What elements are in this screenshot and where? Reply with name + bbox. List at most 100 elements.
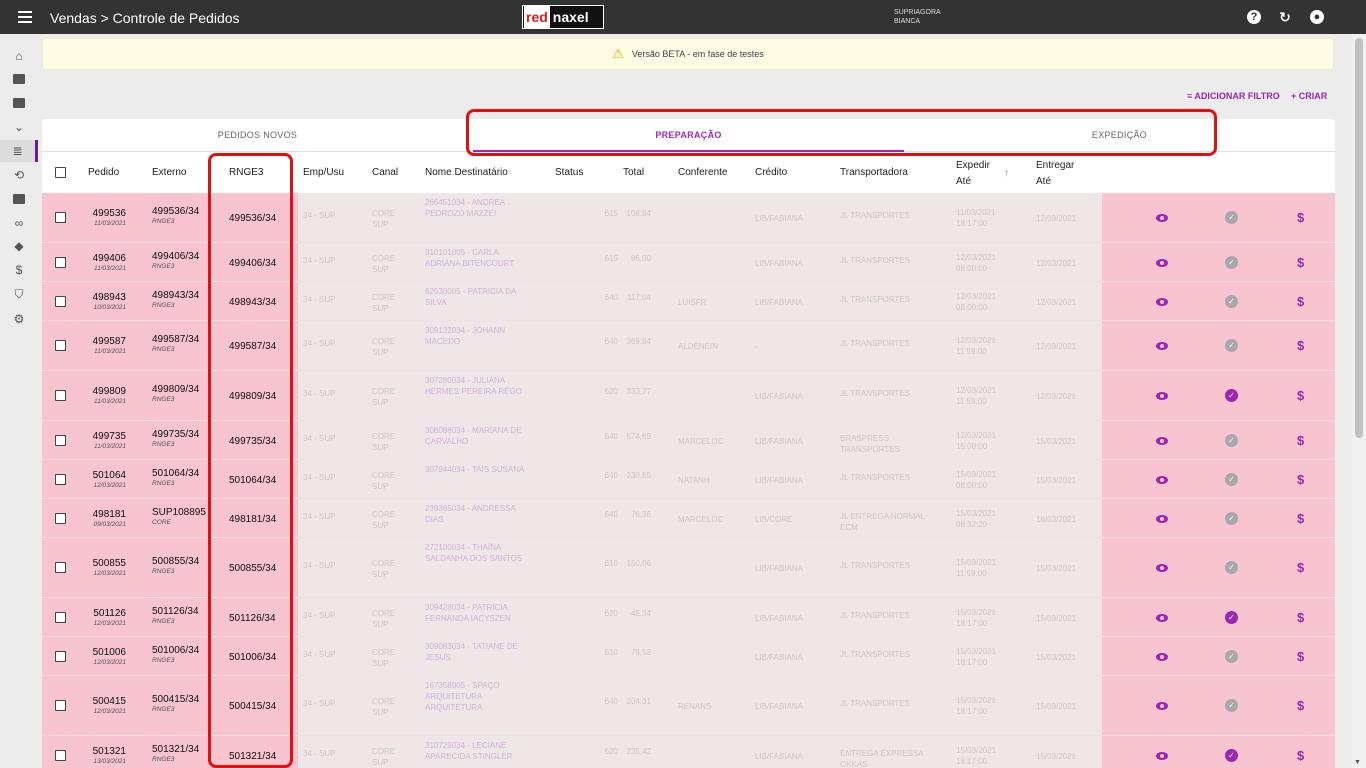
table-row[interactable]: 500855 12/03/2021 500855/34 RNGE3 500855/3…	[42, 538, 1335, 598]
check-pending-icon[interactable]: ✓	[1225, 561, 1238, 574]
view-eye-icon[interactable]	[1156, 214, 1168, 222]
home-icon[interactable]: ⌂	[0, 45, 38, 67]
row-checkbox[interactable]	[55, 612, 66, 623]
tab-pedidos-novos[interactable]: PEDIDOS NOVOS	[42, 119, 473, 152]
recipient-name[interactable]: 266451034 - ANDREA PEDROZO MAZZEI	[425, 197, 535, 219]
clipboard-icon[interactable]	[0, 92, 38, 114]
view-eye-icon[interactable]	[1156, 614, 1168, 622]
recipient-name[interactable]: 309428034 - PATRÍCIA FERNANDA IACYSZEN	[425, 602, 535, 624]
col-credito[interactable]: Crédito	[755, 152, 787, 192]
check-done-icon[interactable]: ✓	[1225, 611, 1238, 624]
dollar-icon[interactable]: $	[1297, 388, 1304, 403]
dollar-icon[interactable]: $	[1297, 560, 1304, 575]
recipient-name[interactable]: 307944034 - TAIS SUSANA	[425, 464, 535, 475]
vertical-scrollbar[interactable]: ▼	[1352, 34, 1366, 768]
row-checkbox[interactable]	[55, 257, 66, 268]
check-done-icon[interactable]: ✓	[1225, 389, 1238, 402]
row-checkbox[interactable]	[55, 513, 66, 524]
dollar-icon[interactable]: $	[1297, 511, 1304, 526]
recipient-name[interactable]: 167358005 - SPAÇO ARQUITETURA ARQUITETUR…	[425, 680, 535, 713]
col-transportadora[interactable]: Transportadora	[840, 152, 908, 192]
dollar-icon[interactable]: $	[1297, 649, 1304, 664]
col-canal[interactable]: Canal	[372, 152, 398, 192]
recipient-name[interactable]: 307280034 - JULIANA HERMES PEREIRA RÊGO	[425, 375, 535, 397]
view-eye-icon[interactable]	[1156, 564, 1168, 572]
create-button[interactable]: + CRIAR	[1291, 91, 1327, 101]
settings-gear-icon[interactable]: ⚙	[0, 308, 38, 330]
dollar-icon[interactable]: $	[1297, 338, 1304, 353]
row-checkbox[interactable]	[55, 562, 66, 573]
check-pending-icon[interactable]: ✓	[1225, 211, 1238, 224]
account-icon[interactable]: ●	[1310, 10, 1324, 24]
folder-icon[interactable]	[0, 68, 38, 90]
check-pending-icon[interactable]: ✓	[1225, 295, 1238, 308]
check-pending-icon[interactable]: ✓	[1225, 256, 1238, 269]
col-status[interactable]: Status	[555, 152, 583, 192]
check-pending-icon[interactable]: ✓	[1225, 473, 1238, 486]
infinity-icon[interactable]: ∞	[0, 212, 38, 234]
view-eye-icon[interactable]	[1156, 476, 1168, 484]
recipient-name[interactable]: 309083034 - TATIANE DE JESUS	[425, 641, 535, 663]
sort-arrow-up-icon[interactable]: ↑	[1004, 166, 1009, 182]
col-externo[interactable]: Externo	[152, 152, 186, 192]
check-pending-icon[interactable]: ✓	[1225, 512, 1238, 525]
col-rnge3[interactable]: RNGE3	[229, 152, 263, 192]
col-expedir-ate[interactable]: Expedir Até ↑	[956, 152, 1009, 192]
table-row[interactable]: 499406 11/03/2021 499406/34 RNGE3 499406/3…	[42, 243, 1335, 282]
dollar-icon[interactable]: $	[1297, 748, 1304, 763]
row-checkbox[interactable]	[55, 750, 66, 761]
dollar-icon[interactable]: $	[1297, 698, 1304, 713]
view-eye-icon[interactable]	[1156, 392, 1168, 400]
table-row[interactable]: 499809 11/03/2021 499809/34 RNGE3 499809/3…	[42, 371, 1335, 421]
row-checkbox[interactable]	[55, 651, 66, 662]
view-eye-icon[interactable]	[1156, 702, 1168, 710]
money-icon[interactable]: $	[0, 259, 38, 281]
dollar-icon[interactable]: $	[1297, 294, 1304, 309]
table-row[interactable]: 499536 11/03/2021 499536/34 RNGE3 499536/3…	[42, 193, 1335, 243]
col-entregar-ate[interactable]: Entregar Até	[1036, 152, 1074, 192]
recipient-name[interactable]: 309132034 - JOHANN MACEDO	[425, 325, 535, 347]
table-row[interactable]: 499735 11/03/2021 499735/34 RNGE3 499735/3…	[42, 421, 1335, 460]
table-row[interactable]: 499587 11/03/2021 499587/34 RNGE3 499587/3…	[42, 321, 1335, 371]
list-icon[interactable]: ≣	[0, 140, 38, 162]
row-checkbox[interactable]	[55, 474, 66, 485]
hamburger-menu-icon[interactable]	[18, 11, 32, 23]
row-checkbox[interactable]	[55, 390, 66, 401]
check-done-icon[interactable]: ✓	[1225, 749, 1238, 762]
row-checkbox[interactable]	[55, 700, 66, 711]
tab-preparacao[interactable]: PREPARAÇÃO	[473, 119, 904, 152]
view-eye-icon[interactable]	[1156, 752, 1168, 760]
view-eye-icon[interactable]	[1156, 437, 1168, 445]
recipient-name[interactable]: 62530005 - PATRICIA DA SILVA	[425, 286, 535, 308]
check-pending-icon[interactable]: ✓	[1225, 339, 1238, 352]
table-row[interactable]: 498181 09/03/2021 SUP108895 CORE 498181/34…	[42, 499, 1335, 538]
tab-expedicao[interactable]: EXPEDIÇÃO	[904, 119, 1335, 152]
view-eye-icon[interactable]	[1156, 515, 1168, 523]
view-eye-icon[interactable]	[1156, 298, 1168, 306]
view-eye-icon[interactable]	[1156, 342, 1168, 350]
scrollbar-thumb[interactable]	[1355, 38, 1363, 438]
row-checkbox[interactable]	[55, 212, 66, 223]
col-total[interactable]: Total	[623, 152, 644, 192]
dollar-icon[interactable]: $	[1297, 210, 1304, 225]
dollar-icon[interactable]: $	[1297, 255, 1304, 270]
scroll-down-arrow-icon[interactable]: ▼	[1354, 759, 1361, 766]
chevron-down-icon[interactable]: ⌄	[0, 116, 38, 138]
table-row[interactable]: 501321 13/03/2021 501321/34 RNGE3 501321/3…	[42, 736, 1335, 768]
dollar-icon[interactable]: $	[1297, 433, 1304, 448]
select-all-checkbox[interactable]	[55, 152, 66, 192]
table-row[interactable]: 500415 12/03/2021 500415/34 RNGE3 500415/3…	[42, 676, 1335, 736]
view-eye-icon[interactable]	[1156, 653, 1168, 661]
add-filter-button[interactable]: ≡ ADICIONAR FILTRO	[1187, 91, 1280, 101]
recipient-name[interactable]: 310101005 - CARLA ADRIANA BITENCOURT	[425, 247, 535, 269]
search-refresh-icon[interactable]: ⟲	[0, 164, 38, 186]
check-pending-icon[interactable]: ✓	[1225, 699, 1238, 712]
view-eye-icon[interactable]	[1156, 259, 1168, 267]
recipient-name[interactable]: 239365034 - ANDRESSA DIAS	[425, 503, 535, 525]
row-checkbox[interactable]	[55, 340, 66, 351]
row-checkbox[interactable]	[55, 296, 66, 307]
directions-icon[interactable]: ◆	[0, 235, 38, 257]
security-shield-icon[interactable]: ⛉	[0, 283, 38, 305]
dollar-icon[interactable]: $	[1297, 472, 1304, 487]
dollar-icon[interactable]: $	[1297, 610, 1304, 625]
